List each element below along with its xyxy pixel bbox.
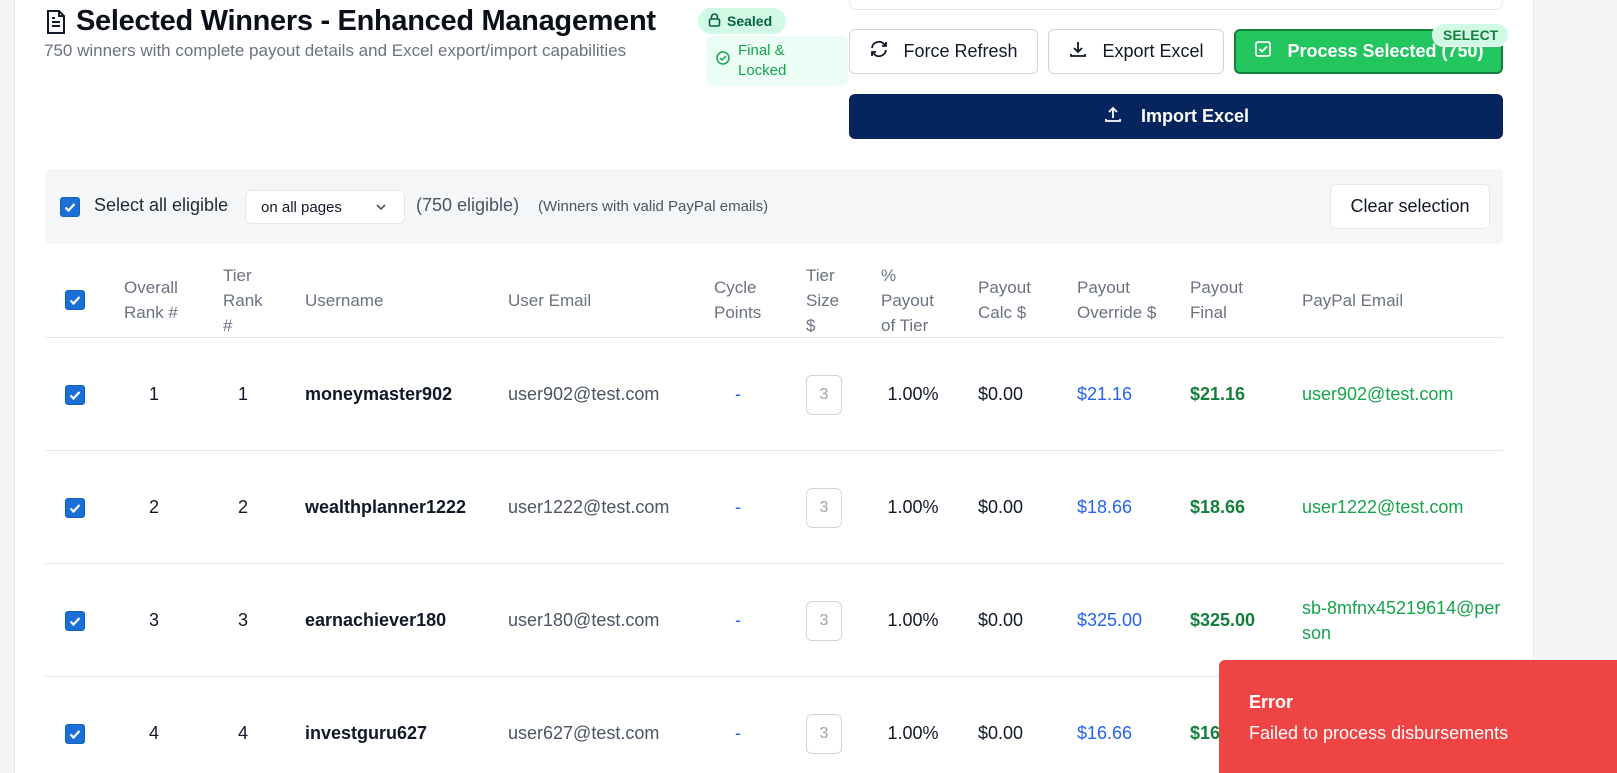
- column-cycle-points[interactable]: Cycle Points: [714, 262, 774, 338]
- column-username[interactable]: Username: [305, 262, 383, 338]
- eligible-count: (750 eligible): [416, 195, 520, 215]
- scope-select[interactable]: on all pages: [245, 190, 405, 224]
- user-email: user180@test.com: [508, 610, 660, 630]
- refresh-icon: [869, 39, 889, 64]
- row-checkbox[interactable]: [65, 723, 85, 744]
- table-row[interactable]: 1 1 moneymaster902 user902@test.com - 3 …: [45, 338, 1503, 451]
- row-checkbox[interactable]: [65, 497, 85, 518]
- check-circle-icon: [716, 51, 730, 71]
- username: wealthplanner1222: [305, 497, 467, 517]
- tier-rank: 1: [237, 384, 248, 404]
- column-user-email[interactable]: User Email: [508, 262, 591, 338]
- payout-calc: $0.00: [978, 497, 1024, 517]
- column-paypal-email[interactable]: PayPal Email: [1302, 262, 1403, 338]
- cycle-points: -: [735, 384, 741, 404]
- toast-message: Failed to process disbursements: [1249, 723, 1509, 743]
- tier-rank: 4: [237, 723, 248, 743]
- error-toast[interactable]: Error Failed to process disbursements: [1219, 660, 1617, 773]
- toast-title: Error: [1249, 692, 1294, 712]
- row-checkbox[interactable]: [65, 610, 85, 631]
- column-tier-size[interactable]: Tier Size $: [806, 262, 851, 338]
- upload-icon: [1103, 104, 1123, 129]
- column-pct-payout[interactable]: % Payout of Tier: [881, 262, 945, 338]
- user-email: user627@test.com: [508, 723, 660, 743]
- payout-final: $16: [1190, 723, 1221, 743]
- select-pill-badge: SELECT: [1432, 23, 1510, 47]
- download-icon: [1068, 39, 1088, 64]
- payout-calc: $0.00: [978, 610, 1024, 630]
- payout-final: $21.16: [1190, 384, 1246, 404]
- username: investguru627: [305, 723, 428, 743]
- payout-calc: $0.00: [978, 723, 1024, 743]
- force-refresh-button[interactable]: Force Refresh: [849, 29, 1038, 74]
- checkbox-square-icon: [1253, 39, 1273, 64]
- cycle-points: -: [735, 610, 741, 630]
- column-overall-rank[interactable]: Overall Rank #: [124, 262, 186, 338]
- header-checkbox[interactable]: [65, 290, 85, 310]
- tier-rank: 2: [237, 497, 248, 517]
- final-locked-badge: Final & Locked: [706, 36, 848, 86]
- overall-rank: 3: [148, 610, 159, 630]
- pct-payout: 1.00%: [887, 723, 939, 743]
- page-header: Selected Winners - Enhanced Management: [44, 5, 656, 38]
- payout-override[interactable]: $21.16: [1077, 338, 1132, 451]
- table-header: Overall Rank # Tier Rank # Username User…: [45, 262, 1503, 338]
- pct-payout: 1.00%: [887, 497, 939, 517]
- paypal-email: user902@test.com: [1302, 384, 1454, 404]
- column-payout-calc[interactable]: Payout Calc $: [978, 262, 1048, 338]
- selection-bar: Select all eligible on all pages (750 el…: [45, 169, 1503, 244]
- table-row[interactable]: 2 2 wealthplanner1222 user1222@test.com …: [45, 451, 1503, 564]
- username: earnachiever180: [305, 610, 447, 630]
- select-all-checkbox[interactable]: [60, 197, 80, 217]
- pct-payout: 1.00%: [887, 610, 939, 630]
- username: moneymaster902: [305, 384, 453, 404]
- row-checkbox[interactable]: [65, 384, 85, 405]
- page-subtitle: 750 winners with complete payout details…: [44, 41, 627, 60]
- chevron-down-icon: [374, 200, 388, 218]
- payout-override[interactable]: $16.66: [1077, 677, 1132, 773]
- cycle-points: -: [735, 723, 741, 743]
- payout-calc: $0.00: [978, 384, 1024, 404]
- column-tier-rank[interactable]: Tier Rank #: [223, 262, 271, 338]
- payout-override[interactable]: $325.00: [1077, 564, 1142, 677]
- user-email: user1222@test.com: [508, 497, 670, 517]
- column-payout-override[interactable]: Payout Override $: [1077, 262, 1157, 338]
- import-excel-button[interactable]: Import Excel: [849, 94, 1503, 139]
- clear-selection-button[interactable]: Clear selection: [1330, 184, 1490, 229]
- search-input[interactable]: [849, 0, 1503, 10]
- page-title: Selected Winners - Enhanced Management: [76, 5, 656, 37]
- eligible-note: (Winners with valid PayPal emails): [538, 198, 769, 215]
- overall-rank: 2: [148, 497, 159, 517]
- export-excel-button[interactable]: Export Excel: [1048, 29, 1224, 74]
- select-all-label: Select all eligible: [94, 195, 229, 215]
- paypal-email: user1222@test.com: [1302, 497, 1464, 517]
- tier-size-input[interactable]: 3: [806, 487, 842, 528]
- tier-rank: 3: [237, 610, 248, 630]
- tier-size-input[interactable]: 3: [806, 600, 842, 641]
- lock-icon: [708, 12, 721, 30]
- cycle-points: -: [735, 497, 741, 517]
- sealed-badge: Sealed: [698, 8, 787, 34]
- user-email: user902@test.com: [508, 384, 660, 404]
- tier-size-input[interactable]: 3: [806, 374, 842, 415]
- payout-final: $18.66: [1190, 497, 1246, 517]
- overall-rank: 1: [148, 384, 159, 404]
- tier-size-input[interactable]: 3: [806, 713, 842, 754]
- column-payout-final[interactable]: Payout Final: [1190, 262, 1256, 338]
- payout-override[interactable]: $18.66: [1077, 451, 1132, 564]
- pct-payout: 1.00%: [887, 384, 939, 404]
- overall-rank: 4: [148, 723, 159, 743]
- document-icon: [44, 9, 68, 35]
